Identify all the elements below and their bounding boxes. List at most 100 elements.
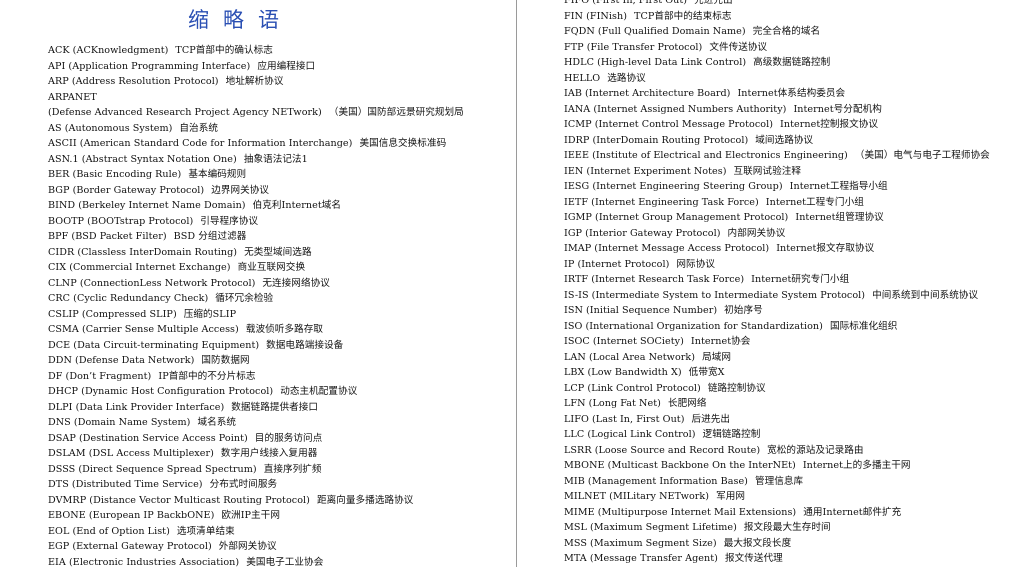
abbreviation-list-right: FIFO (First In, First Out) 先进先出 FIN (FINis… xyxy=(564,0,990,567)
abbreviation-term: ASN.1 (Abstract Syntax Notation One) xyxy=(48,153,237,165)
abbreviation-term: MIME (Multipurpose Internet Mail Extensi… xyxy=(564,506,797,518)
abbreviation-term: HELLO xyxy=(564,72,601,84)
abbreviation-entry: ASCII (American Standard Code for Inform… xyxy=(48,136,464,152)
abbreviation-term: DTS (Distributed Time Service) xyxy=(48,479,203,490)
abbreviation-translation: 美国信息交换标准码 xyxy=(359,138,447,149)
abbreviation-entry: CIDR (Classless InterDomain Routing) 无类型域… xyxy=(48,245,464,261)
abbreviation-entry: BER (Basic Encoding Rule) 基本编码规则 xyxy=(48,167,464,183)
abbreviation-translation: 欧洲IP主干网 xyxy=(221,510,280,521)
abbreviation-term: IS-IS (Intermediate System to Intermedia… xyxy=(564,289,866,301)
abbreviation-translation: 高级数据链路控制 xyxy=(753,57,831,68)
abbreviation-entry: IESG (Internet Engineering Steering Grou… xyxy=(564,179,990,195)
abbreviation-translation: 逻辑链路控制 xyxy=(702,429,761,440)
abbreviation-entry: FIN (FINish) TCP首部中的结束标志 xyxy=(564,9,990,25)
abbreviation-entry: ARPANET xyxy=(48,90,464,106)
left-page: 缩略语 ACK (ACKnowledgment) TCP首部中的确认标志 API (… xyxy=(0,0,515,567)
abbreviation-translation: BSD 分组过滤器 xyxy=(173,231,247,242)
abbreviation-entry: EBONE (European IP BackbONE) 欧洲IP主干网 xyxy=(48,508,464,524)
abbreviation-translation: 压缩的SLIP xyxy=(183,308,237,320)
abbreviation-entry: API (Application Programming Interface) 应… xyxy=(48,59,464,75)
abbreviation-term: CRC (Cyclic Redundancy Check) xyxy=(48,293,209,304)
abbreviation-entry: CIX (Commercial Internet Exchange) 商业互联网交… xyxy=(48,260,464,276)
abbreviation-entry: MBONE (Multicast Backbone On the InterNE… xyxy=(564,458,990,474)
abbreviation-term: LCP (Link Control Protocol) xyxy=(564,382,701,394)
abbreviation-translation: 网际协议 xyxy=(676,258,715,270)
abbreviation-entry: MIB (Management Information Base) 管理信息库 xyxy=(564,474,990,490)
abbreviation-translation: 动态主机配置协议 xyxy=(280,386,358,397)
abbreviation-term: IETF (Internet Engineering Task Force) xyxy=(564,196,759,208)
abbreviation-entry: BPF (BSD Packet Filter) BSD 分组过滤器 xyxy=(48,229,464,245)
abbreviation-term: DSSS (Direct Sequence Spread Spectrum) xyxy=(48,463,257,475)
abbreviation-entry: DCE (Data Circuit-terminating Equipment)… xyxy=(48,338,464,354)
abbreviation-entry: MTA (Message Transfer Agent) 报文传送代理 xyxy=(564,551,990,567)
abbreviation-entry: IEN (Internet Experiment Notes) 互联网试验注释 xyxy=(564,164,990,180)
abbreviation-translation: Internet工程专门小组 xyxy=(765,196,864,208)
abbreviation-entry: EIA (Electronic Industries Association) 美… xyxy=(48,555,464,567)
abbreviation-term: DNS (Domain Name System) xyxy=(48,417,191,428)
abbreviation-entry: HELLO 选路协议 xyxy=(564,71,990,87)
abbreviation-term: MILNET (MILitary NETwork) xyxy=(564,491,710,502)
abbreviation-translation: 报文段最大生存时间 xyxy=(743,522,831,533)
abbreviation-translation: 无连接网络协议 xyxy=(262,277,330,289)
abbreviation-term: BIND (Berkeley Internet Name Domain) xyxy=(48,200,246,211)
abbreviation-translation: 直接序列扩频 xyxy=(263,463,322,475)
abbreviation-term: MSS (Maximum Segment Size) xyxy=(564,537,717,549)
abbreviation-term: BOOTP (BOOTstrap Protocol) xyxy=(48,215,194,227)
abbreviation-translation: Internet协会 xyxy=(690,336,751,347)
abbreviation-entry: DTS (Distributed Time Service) 分布式时间服务 xyxy=(48,477,464,493)
abbreviation-entry: LCP (Link Control Protocol) 链路控制协议 xyxy=(564,381,990,397)
abbreviation-translation: Internet研究专门小组 xyxy=(751,274,850,285)
abbreviation-translation: 自治系统 xyxy=(179,122,218,134)
abbreviation-translation: 域间选路协议 xyxy=(755,134,814,146)
abbreviation-term: FIN (FINish) xyxy=(564,10,627,22)
abbreviation-translation: （美国）电气与电子工程师协会 xyxy=(854,150,990,161)
abbreviation-list-left: ACK (ACKnowledgment) TCP首部中的确认标志 API (Appl… xyxy=(48,43,464,567)
abbreviation-entry: LIFO (Last In, First Out) 后进先出 xyxy=(564,412,990,428)
abbreviation-term: DF (Don’t Fragment) xyxy=(48,370,152,382)
abbreviation-entry: ISOC (Internet SOCiety) Internet协会 xyxy=(564,334,990,350)
page-divider xyxy=(516,0,517,567)
abbreviation-term: ISN (Initial Sequence Number) xyxy=(564,305,718,316)
abbreviation-term: EIA (Electronic Industries Association) xyxy=(48,556,240,567)
abbreviation-entry: HDLC (High-level Data Link Control) 高级数据链… xyxy=(564,55,990,71)
abbreviation-entry: CSMA (Carrier Sense Multiple Access) 载波侦听… xyxy=(48,322,464,338)
abbreviation-term: IP (Internet Protocol) xyxy=(564,258,670,270)
abbreviation-term: DLPI (Data Link Provider Interface) xyxy=(48,401,225,413)
right-page: FIFO (First In, First Out) 先进先出 FIN (FINis… xyxy=(519,0,1034,567)
abbreviation-translation: 完全合格的域名 xyxy=(752,26,821,37)
abbreviation-entry: ISO (International Organization for Stan… xyxy=(564,319,990,335)
abbreviation-translation: Internet组管理协议 xyxy=(795,212,884,223)
abbreviation-term: CSMA (Carrier Sense Multiple Access) xyxy=(48,324,239,335)
abbreviation-term: DVMRP (Distance Vector Multicast Routing… xyxy=(48,494,310,506)
abbreviation-translation: 报文传送代理 xyxy=(724,553,783,564)
abbreviation-translation: TCP首部中的结束标志 xyxy=(634,10,732,22)
abbreviation-entry: LAN (Local Area Network) 局域网 xyxy=(564,350,990,366)
abbreviation-term: MBONE (Multicast Backbone On the InterNE… xyxy=(564,460,796,471)
abbreviation-term: DHCP (Dynamic Host Configuration Protoco… xyxy=(48,386,274,397)
abbreviation-translation: 载波侦听多路存取 xyxy=(245,324,323,335)
abbreviation-entry: DLPI (Data Link Provider Interface) 数据链路提… xyxy=(48,400,464,416)
abbreviation-translation: 伯克利Internet域名 xyxy=(252,200,342,211)
abbreviation-translation: 数据电路端接设备 xyxy=(266,339,344,351)
abbreviation-entry: MIME (Multipurpose Internet Mail Extensi… xyxy=(564,505,990,521)
abbreviation-entry: (Defense Advanced Research Project Agenc… xyxy=(48,105,464,121)
abbreviation-translation: 引导程序协议 xyxy=(200,215,259,227)
abbreviation-entry: DHCP (Dynamic Host Configuration Protoco… xyxy=(48,384,464,400)
abbreviation-translation: 距离向量多播选路协议 xyxy=(316,494,414,506)
abbreviation-entry: IETF (Internet Engineering Task Force) In… xyxy=(564,195,990,211)
abbreviation-term: ISOC (Internet SOCiety) xyxy=(564,336,684,347)
abbreviation-term: CSLIP (Compressed SLIP) xyxy=(48,308,177,320)
abbreviation-term: MSL (Maximum Segment Lifetime) xyxy=(564,522,737,533)
abbreviation-translation: Internet报文存取协议 xyxy=(776,243,875,254)
abbreviation-translation: 互联网试验注释 xyxy=(733,165,802,177)
abbreviation-term: EGP (External Gateway Protocol) xyxy=(48,541,212,552)
abbreviation-translation: 商业互联网交换 xyxy=(237,262,306,273)
abbreviation-translation: 内部网关协议 xyxy=(727,227,786,239)
abbreviation-entry: BGP (Border Gateway Protocol) 边界网关协议 xyxy=(48,183,464,199)
abbreviation-entry: IAB (Internet Architecture Board) Interne… xyxy=(564,86,990,102)
abbreviation-term: CIDR (Classless InterDomain Routing) xyxy=(48,246,238,258)
abbreviation-term: LAN (Local Area Network) xyxy=(564,351,696,363)
abbreviation-term: BPF (BSD Packet Filter) xyxy=(48,231,167,242)
abbreviation-entry: EOL (End of Option List) 选项清单结束 xyxy=(48,524,464,540)
abbreviation-entry: IMAP (Internet Message Access Protocol) I… xyxy=(564,241,990,257)
